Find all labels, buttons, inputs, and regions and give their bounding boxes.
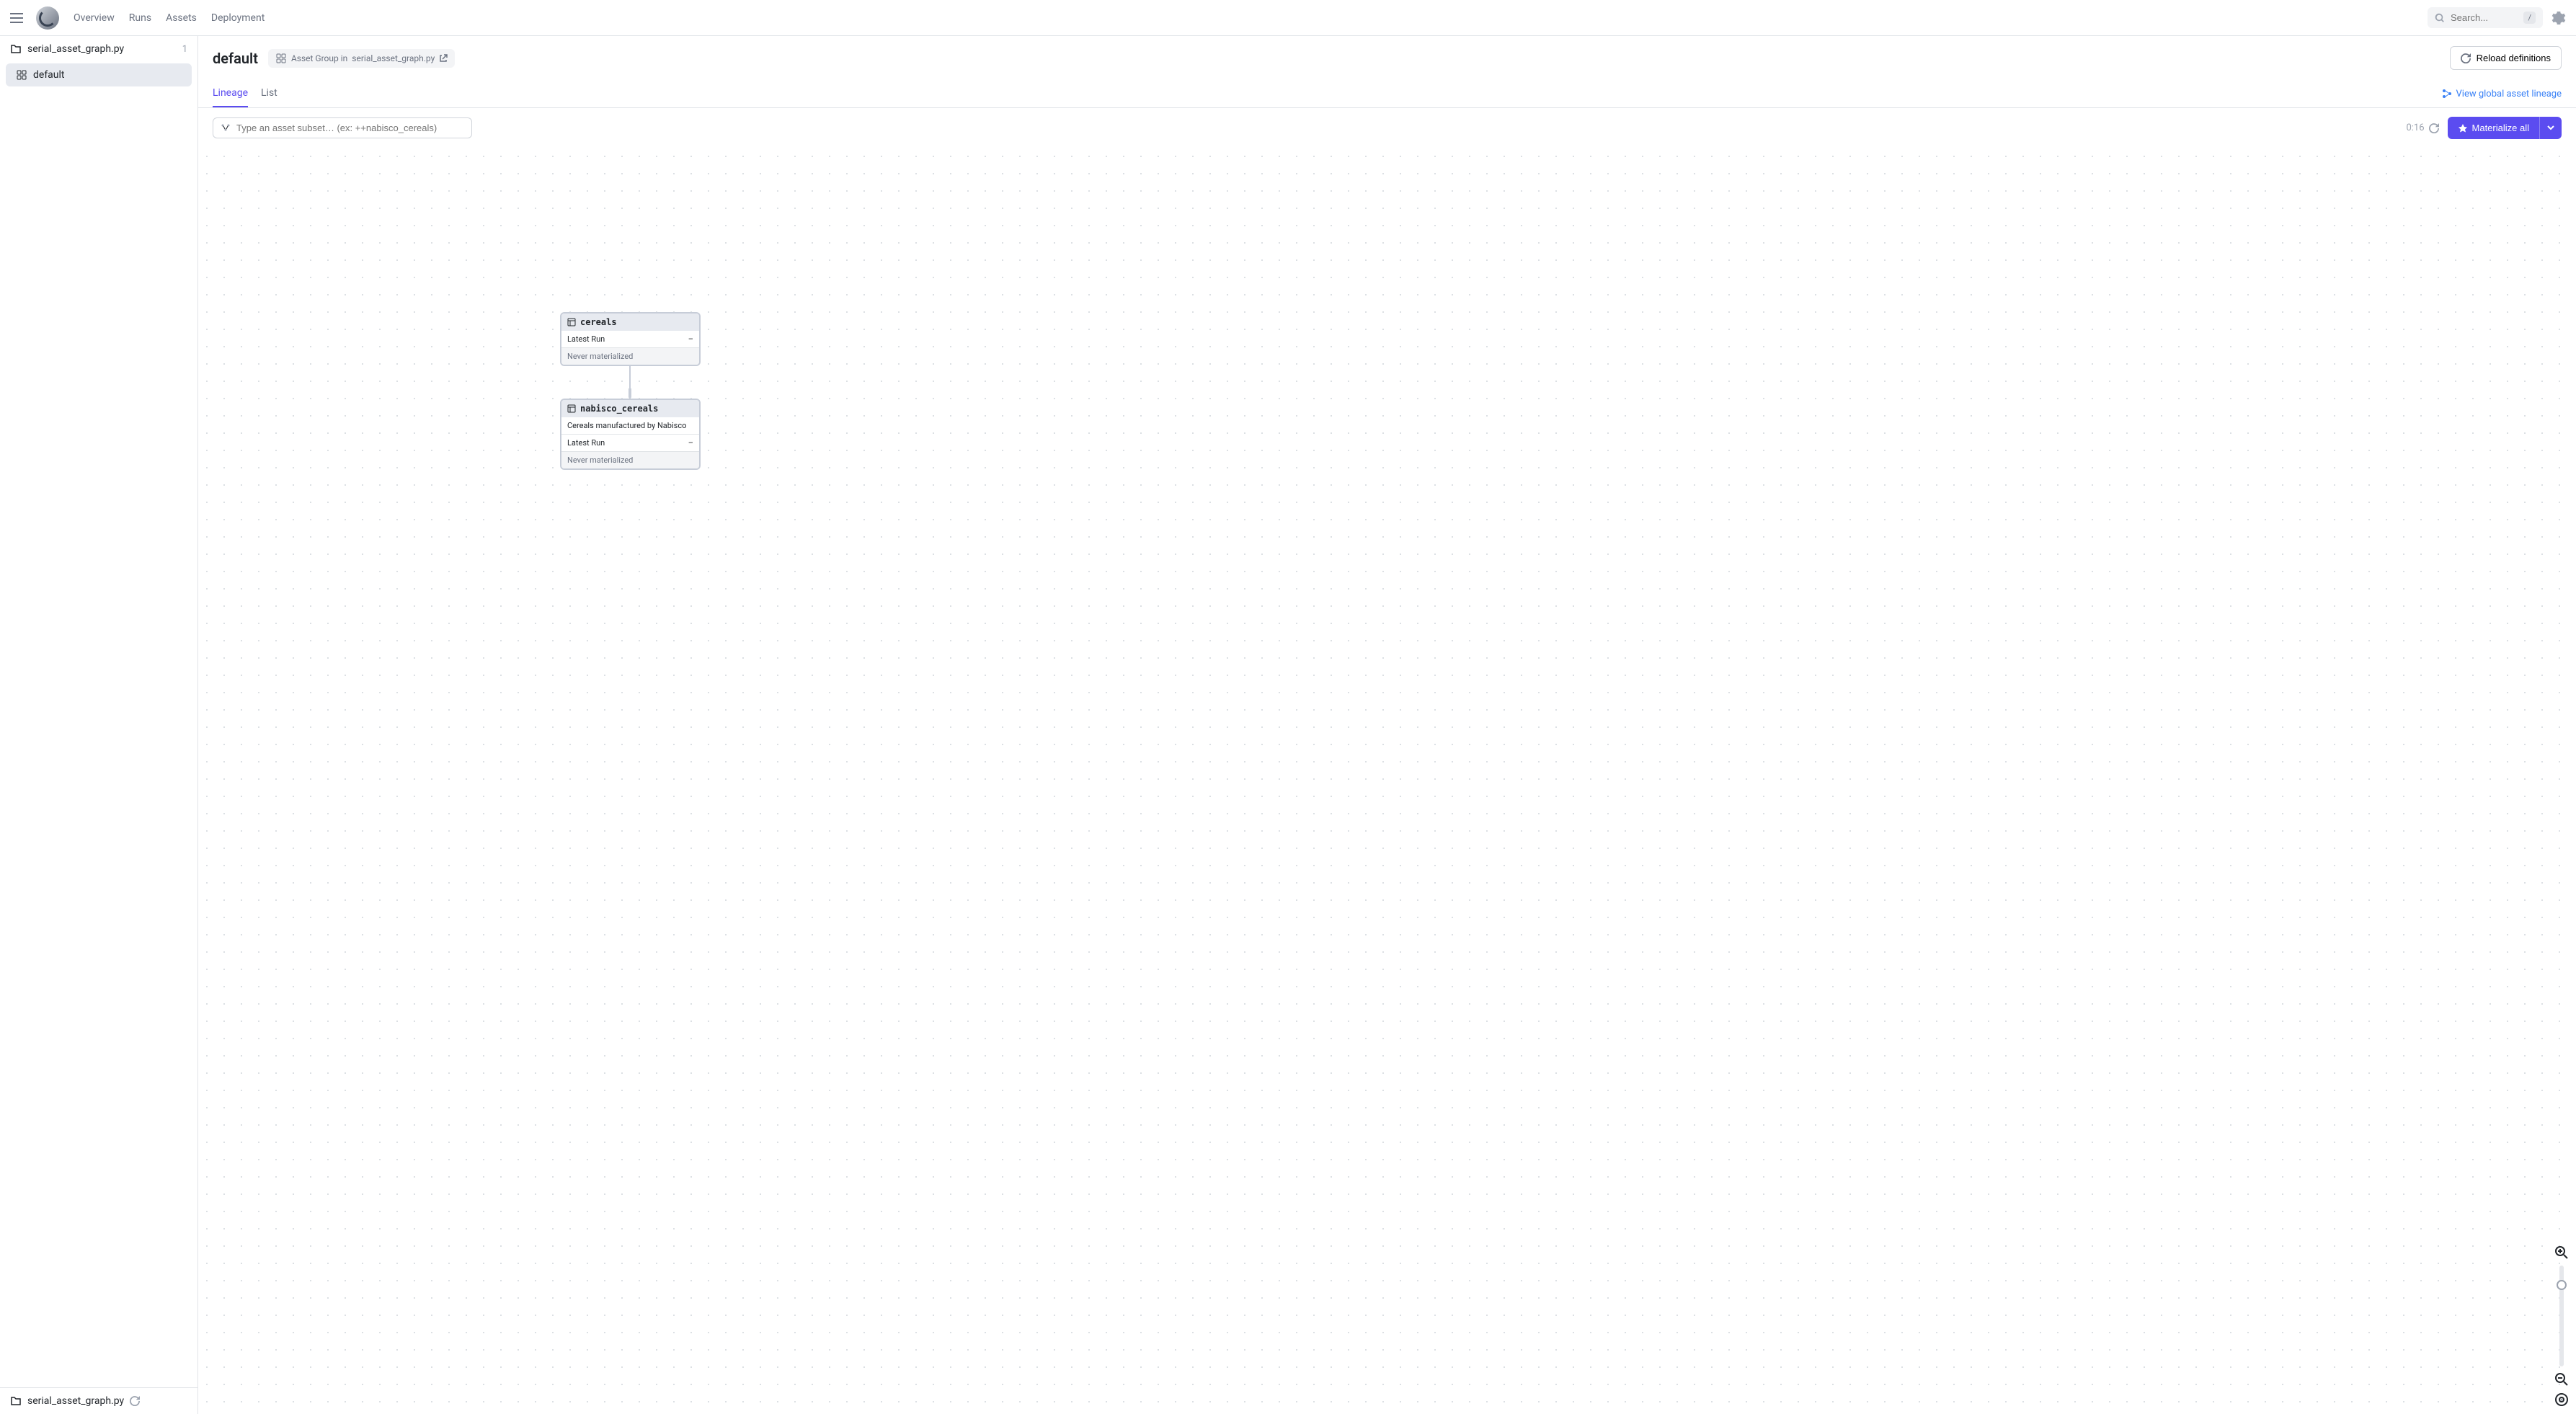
sidebar-item-label: default [33,69,65,81]
node-name: cereals [580,317,617,327]
reload-icon [2461,53,2471,63]
asset-node-cereals[interactable]: cereals Latest Run – Never materialized [560,312,701,366]
view-global-lineage-link[interactable]: View global asset lineage [2442,89,2562,99]
zoom-slider-thumb[interactable] [2557,1280,2567,1290]
materialize-dropdown-button[interactable] [2539,117,2562,139]
node-description: Cereals manufactured by Nabisco [561,417,699,435]
chevron-down-icon [2547,124,2554,131]
latest-run-label: Latest Run [567,438,605,448]
main-nav: Overview Runs Assets Deployment [74,12,265,24]
settings-icon[interactable] [2551,11,2566,25]
menu-button[interactable] [10,9,27,27]
sidebar-item-default[interactable]: default [6,63,192,86]
latest-run-label: Latest Run [567,334,605,344]
external-link-icon [439,54,448,63]
filter-input[interactable] [236,123,464,133]
lineage-canvas[interactable]: cereals Latest Run – Never materialized … [198,148,2576,1414]
latest-run-value: – [688,334,693,344]
asset-icon [567,404,576,413]
asset-group-icon [275,53,287,64]
nav-assets[interactable]: Assets [166,12,197,24]
zoom-slider[interactable] [2559,1266,2564,1366]
refresh-icon[interactable] [2429,123,2439,133]
nav-overview[interactable]: Overview [74,12,115,24]
page-title: default [213,50,258,67]
sidebar-footer: serial_asset_graph.py [0,1387,197,1414]
search-input[interactable] [2451,12,2518,23]
asset-icon [567,318,576,326]
folder-icon [10,43,22,55]
sidebar-group-label: serial_asset_graph.py [27,43,124,55]
search-icon [2435,13,2445,23]
nav-runs[interactable]: Runs [129,12,151,24]
latest-run-value: – [688,438,693,448]
tab-list[interactable]: List [261,80,277,107]
materialize-all-button[interactable]: Materialize all [2448,117,2539,139]
tab-lineage[interactable]: Lineage [213,80,248,107]
meta-prefix: Asset Group in [291,53,347,63]
filter-icon [221,123,231,133]
zoom-out-button[interactable] [2554,1372,2569,1387]
reload-button-label: Reload definitions [2477,53,2551,63]
materialize-icon [2458,123,2468,133]
sidebar-code-location[interactable]: serial_asset_graph.py 1 [0,36,197,62]
nav-deployment[interactable]: Deployment [211,12,265,24]
timestamp: 0:16 [2406,123,2438,133]
folder-icon [10,1395,22,1407]
center-view-button[interactable] [2554,1392,2569,1407]
tabs: Lineage List [213,80,277,107]
materialize-label: Materialize all [2472,123,2529,133]
sidebar: serial_asset_graph.py 1 default serial_a… [0,36,198,1414]
asset-node-nabisco-cereals[interactable]: nabisco_cereals Cereals manufactured by … [560,399,701,470]
filter-box[interactable] [213,117,472,138]
node-name: nabisco_cereals [580,404,658,414]
lineage-icon [2442,89,2452,99]
dagster-logo[interactable] [36,6,59,30]
meta-link[interactable]: serial_asset_graph.py [352,53,435,63]
search-box[interactable]: / [2428,7,2543,28]
asset-group-icon [16,69,27,81]
zoom-in-button[interactable] [2554,1245,2569,1260]
meta-pill: Asset Group in serial_asset_graph.py [268,49,455,68]
node-status: Never materialized [561,348,699,365]
search-shortcut: / [2523,12,2536,24]
sidebar-footer-label: serial_asset_graph.py [27,1395,124,1407]
content-header: default Asset Group in serial_asset_grap… [198,36,2576,80]
reload-icon[interactable] [130,1396,140,1406]
timestamp-value: 0:16 [2406,123,2424,133]
zoom-controls [2554,1245,2569,1407]
global-lineage-label: View global asset lineage [2456,89,2562,99]
node-status: Never materialized [561,452,699,468]
sidebar-group-count: 1 [182,44,187,55]
reload-definitions-button[interactable]: Reload definitions [2450,46,2562,70]
